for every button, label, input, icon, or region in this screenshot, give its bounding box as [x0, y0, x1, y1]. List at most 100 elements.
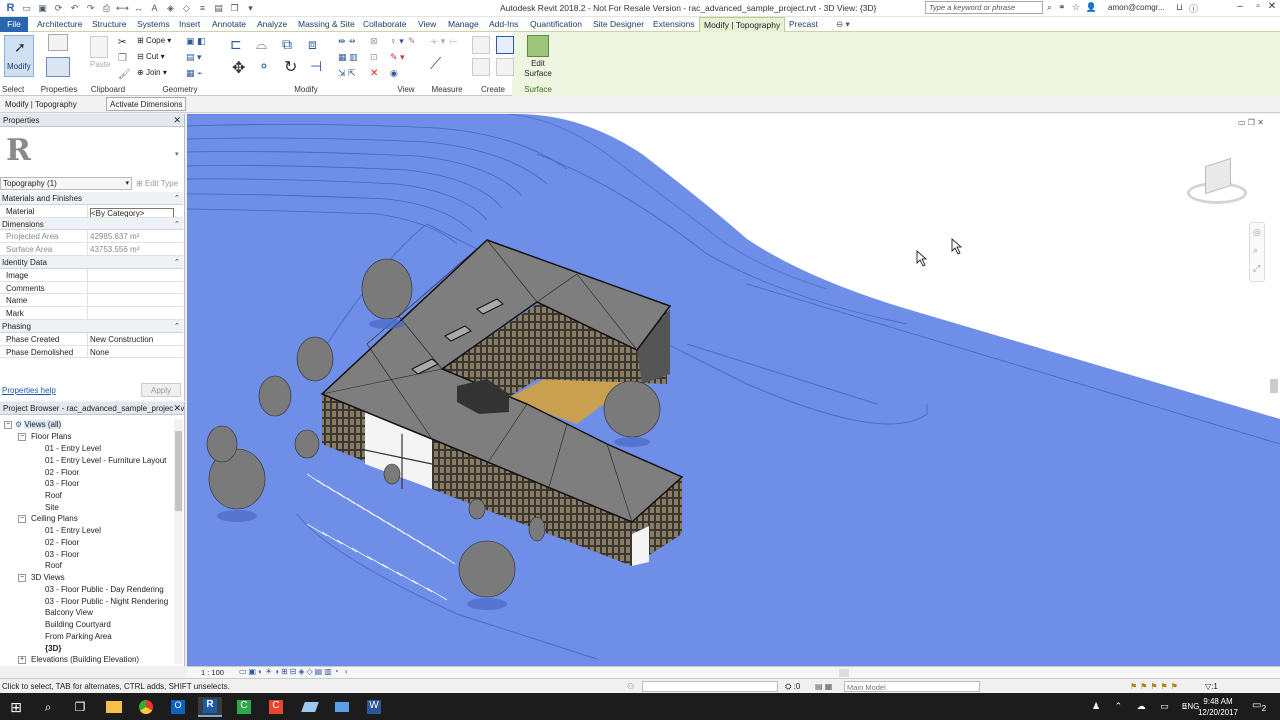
- section-icon[interactable]: ◇: [180, 2, 193, 14]
- copy-icon[interactable]: ❐: [118, 53, 127, 64]
- instance-filter-select[interactable]: Topography (1) ▾: [0, 177, 132, 190]
- dimension-tool-icon[interactable]: ⟋: [430, 56, 441, 74]
- collapse-icon[interactable]: −: [4, 421, 12, 429]
- dimension-icon[interactable]: ↔: [132, 2, 145, 14]
- search-taskbar-icon[interactable]: ⌕: [36, 697, 60, 717]
- monitor-icon[interactable]: [330, 697, 354, 717]
- tab-analyze[interactable]: Analyze: [257, 19, 287, 29]
- collapse-icon[interactable]: −: [18, 574, 26, 582]
- thin-lines-icon[interactable]: ≡: [196, 2, 209, 14]
- split-face-icon[interactable]: ▤ ▾: [186, 52, 202, 63]
- close-icon[interactable]: ✕: [1262, 1, 1280, 12]
- tab-insert[interactable]: Insert: [179, 19, 200, 29]
- tab-collaborate[interactable]: Collaborate: [363, 19, 406, 29]
- zoom-icon[interactable]: ⌕: [1253, 245, 1258, 256]
- camtasia-icon[interactable]: C: [232, 697, 256, 717]
- search-input[interactable]: Type a keyword or phrase: [925, 1, 1043, 14]
- switch-windows-icon[interactable]: ❐: [228, 2, 241, 14]
- user-icon[interactable]: 👤: [1086, 2, 1097, 13]
- tree-item[interactable]: 03 - Floor: [45, 550, 79, 559]
- offset-icon[interactable]: ⌓: [256, 36, 267, 53]
- tree-views-all[interactable]: ⚙ Views (all): [15, 420, 62, 429]
- tab-massing-site[interactable]: Massing & Site: [298, 19, 355, 29]
- prop-phase-demolished[interactable]: Phase Demolished None: [0, 345, 183, 359]
- browser-scrollbar[interactable]: [174, 419, 183, 664]
- cut-icon[interactable]: ✂: [118, 37, 126, 48]
- task-view-icon[interactable]: ❐: [68, 697, 92, 717]
- tree-item[interactable]: Balcony View: [45, 608, 93, 617]
- tab-structure[interactable]: Structure: [92, 19, 127, 29]
- binoculars-icon[interactable]: ⌕: [1047, 2, 1052, 13]
- view-controls-icons[interactable]: ▭▣◐☀◑⊞⊟◈◇▤▥◔ ‹: [239, 667, 350, 676]
- mirror-draw-icon[interactable]: ⧈: [308, 36, 317, 53]
- edit-type-button[interactable]: ⊞ Edit Type: [136, 179, 178, 188]
- view-restore-icon[interactable]: ❐: [1248, 118, 1255, 127]
- notification-icon[interactable]: ▭2: [1252, 700, 1266, 713]
- chrome-icon[interactable]: [134, 697, 158, 717]
- prop-mark[interactable]: Mark: [0, 307, 183, 320]
- view-scrollbar[interactable]: [1270, 379, 1278, 393]
- outlook-icon[interactable]: O: [166, 697, 190, 717]
- join-button[interactable]: ⊕ Join ▾: [137, 68, 167, 77]
- measure-icon[interactable]: ⟷: [116, 2, 129, 14]
- properties-close-icon[interactable]: ✕: [173, 115, 181, 126]
- trim-icon[interactable]: ⊣: [310, 58, 322, 75]
- tree-item[interactable]: Roof: [45, 491, 62, 500]
- create-group-icon[interactable]: [472, 58, 490, 76]
- array-icon[interactable]: ▦ ▥: [338, 52, 358, 63]
- create-assembly-icon[interactable]: [472, 36, 490, 54]
- ribbon-minimize-icon[interactable]: ⊖ ▾: [836, 19, 850, 30]
- favorites-icon[interactable]: ☆: [1072, 2, 1080, 13]
- linework-icon[interactable]: ✎: [408, 36, 416, 47]
- prop-image[interactable]: Image: [0, 268, 183, 282]
- collapse-icon[interactable]: −: [18, 515, 26, 523]
- tab-add-ins[interactable]: Add-Ins: [489, 19, 518, 29]
- print-icon[interactable]: ⎙: [100, 2, 113, 14]
- cart-icon[interactable]: ⊔: [1176, 2, 1183, 15]
- steering-wheel-icon[interactable]: ◎: [1253, 227, 1261, 238]
- editing-requests-icon[interactable]: ⛭ :0: [785, 682, 800, 692]
- undo-icon[interactable]: ↶: [68, 2, 81, 14]
- type-dropdown-icon[interactable]: ▾: [175, 150, 179, 158]
- clock[interactable]: 9:48 AM 12/20/2017: [1196, 696, 1240, 718]
- pin-icon[interactable]: ⊠: [370, 36, 378, 47]
- scrollbar-thumb[interactable]: [175, 431, 182, 511]
- properties-icon[interactable]: [46, 57, 70, 77]
- prop-material[interactable]: Material <By Category>: [0, 204, 183, 218]
- create-similar-icon[interactable]: [496, 58, 514, 76]
- split-icon[interactable]: ⇹ ⇸: [338, 36, 356, 47]
- user-name[interactable]: amon@comgr...: [1108, 3, 1165, 12]
- tab-extensions[interactable]: Extensions: [653, 19, 695, 29]
- tab-manage[interactable]: Manage: [448, 19, 479, 29]
- zoom-extents-icon[interactable]: ⤢: [1253, 263, 1260, 274]
- tree-item[interactable]: Roof: [45, 561, 62, 570]
- move-icon[interactable]: ✥: [232, 58, 245, 78]
- material-value[interactable]: <By Category>: [90, 207, 174, 217]
- create-parts-icon[interactable]: [496, 36, 514, 54]
- measure-between-icon[interactable]: ⟛ ▾: [430, 36, 445, 47]
- tree-floor-plans[interactable]: Floor Plans: [31, 432, 71, 441]
- help-icon[interactable]: ⓘ: [1189, 2, 1198, 15]
- tree-3d-views[interactable]: 3D Views: [31, 573, 65, 582]
- tab-quantification[interactable]: Quantification: [530, 19, 582, 29]
- revit-taskbar-icon[interactable]: R: [198, 697, 222, 717]
- apply-button[interactable]: Apply: [141, 383, 181, 397]
- delete-icon[interactable]: ✕: [370, 68, 378, 79]
- geometry-tools-icon[interactable]: ▣ ◧: [186, 36, 206, 47]
- tab-precast[interactable]: Precast: [789, 19, 818, 29]
- modify-button[interactable]: ➚ Modify: [4, 35, 34, 77]
- windows-start-icon[interactable]: ⊞: [4, 697, 28, 717]
- subscription-icon[interactable]: ⚭: [1058, 2, 1066, 13]
- open-icon[interactable]: ▭: [20, 2, 33, 14]
- navigation-bar[interactable]: ◎ ⌕ ⤢: [1249, 222, 1265, 282]
- workset-select[interactable]: [642, 681, 778, 692]
- scale-icon[interactable]: ⇲ ⇱: [338, 68, 356, 79]
- redo-icon[interactable]: ↷: [84, 2, 97, 14]
- tree-item[interactable]: 03 - Floor: [45, 479, 79, 488]
- panel-label-select[interactable]: Select: [0, 85, 36, 94]
- prop-name[interactable]: Name: [0, 294, 183, 308]
- paste-icon[interactable]: [90, 36, 108, 58]
- tab-annotate[interactable]: Annotate: [212, 19, 246, 29]
- prop-comments[interactable]: Comments: [0, 281, 183, 295]
- system-tray-icons[interactable]: ♟ ⌃ ☁ ▭ ♪: [1092, 701, 1194, 712]
